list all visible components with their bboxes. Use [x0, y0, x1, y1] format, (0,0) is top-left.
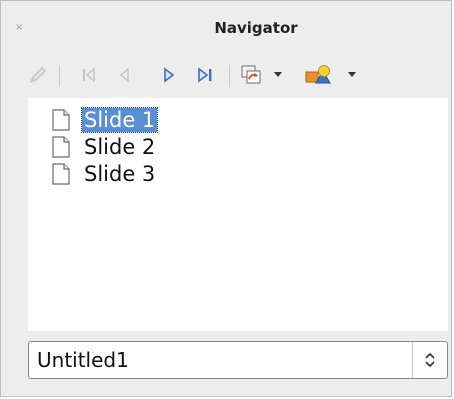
- panel-title: Navigator: [214, 19, 298, 37]
- chevron-down-icon: [348, 72, 356, 77]
- navigator-toolbar: [25, 61, 405, 91]
- pen-icon: [29, 67, 46, 84]
- shapes-dropdown[interactable]: [345, 61, 359, 89]
- document-icon: [52, 109, 70, 131]
- drag-mode-dropdown[interactable]: [271, 61, 285, 89]
- toolbar-separator: [59, 65, 60, 87]
- previous-slide-button[interactable]: [113, 61, 137, 89]
- title-bar: × Navigator: [1, 1, 451, 57]
- next-slide-button[interactable]: [157, 61, 181, 89]
- document-select-spinner[interactable]: [412, 342, 447, 378]
- shapes-button[interactable]: [303, 61, 335, 89]
- last-slide-button[interactable]: [193, 61, 219, 89]
- document-icon: [52, 163, 70, 185]
- last-slide-icon: [198, 67, 212, 83]
- drag-mode-button[interactable]: [237, 61, 265, 89]
- tree-item-slide-3[interactable]: Slide 3: [52, 161, 157, 187]
- toolbar-separator: [229, 65, 230, 87]
- tree-item-label: Slide 1: [80, 107, 159, 133]
- updown-chevron-icon: [425, 352, 435, 368]
- tree-item-label: Slide 3: [84, 162, 156, 186]
- tree-item-slide-2[interactable]: Slide 2: [52, 134, 157, 160]
- document-select-value: Untitled1: [37, 348, 129, 372]
- slide-tree[interactable]: Slide 1 Slide 2 Slide 3: [28, 98, 448, 331]
- next-slide-icon: [164, 67, 175, 83]
- navigator-panel: × Navigator Slide 1 Slide 2 Slide 3 Unti…: [0, 0, 452, 397]
- first-slide-icon: [83, 67, 95, 83]
- tree-item-slide-1[interactable]: Slide 1: [52, 107, 159, 133]
- tree-item-label: Slide 2: [84, 135, 156, 159]
- chevron-down-icon: [274, 72, 282, 77]
- drag-mode-icon: [241, 65, 261, 84]
- first-slide-button[interactable]: [77, 61, 101, 89]
- document-icon: [52, 136, 70, 158]
- pen-button[interactable]: [25, 61, 51, 89]
- previous-slide-icon: [119, 67, 129, 83]
- document-select[interactable]: Untitled1: [28, 341, 448, 379]
- shapes-icon: [305, 65, 331, 84]
